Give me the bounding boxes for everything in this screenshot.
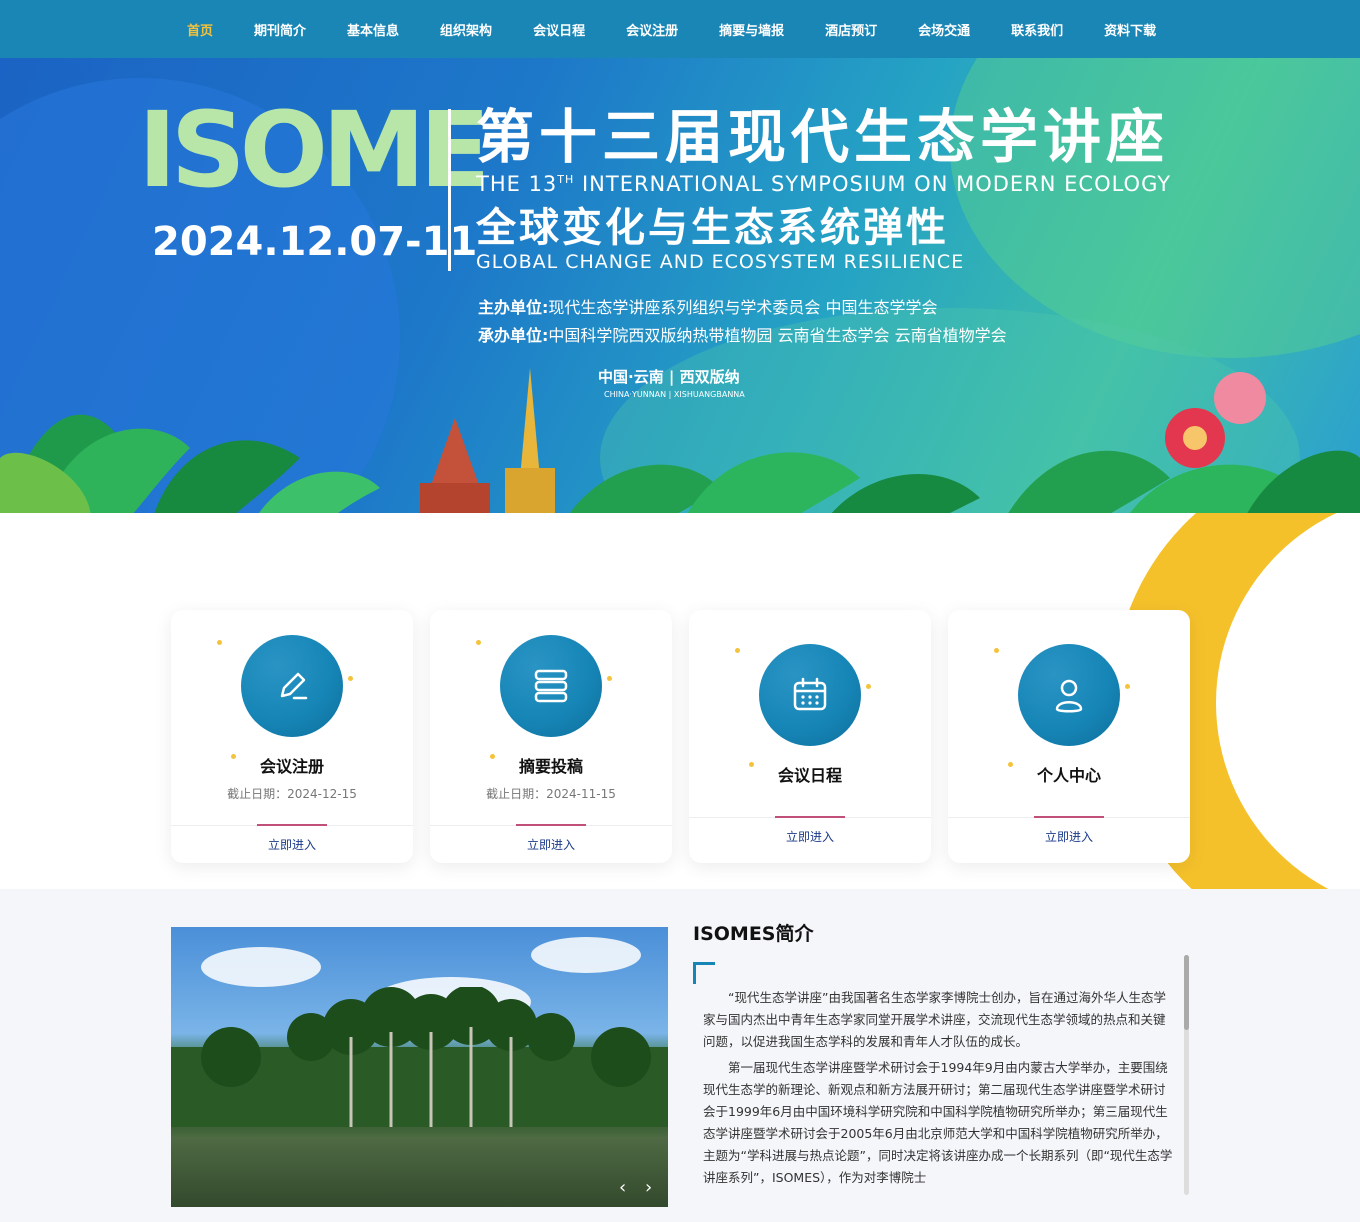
- nav-item-basic-info[interactable]: 基本信息: [347, 20, 399, 39]
- intro-title: ISOMES简介: [693, 923, 814, 945]
- intro-scrollbar[interactable]: [1184, 955, 1189, 1195]
- photo-reflection: [171, 1137, 668, 1207]
- abstract-card[interactable]: 摘要投稿 截止日期：2024-11-15 立即进入: [430, 610, 672, 863]
- jungle-foliage-illustration: [0, 368, 1360, 513]
- scrollbar-thumb[interactable]: [1184, 955, 1189, 1030]
- card-title: 个人中心: [1036, 766, 1101, 785]
- user-icon: [1018, 644, 1120, 746]
- banner-date: 2024.12.07-11: [152, 219, 478, 265]
- leaf-cluster-left: [0, 414, 380, 513]
- carousel-prev-button[interactable]: ‹: [619, 1177, 626, 1198]
- enter-button[interactable]: 立即进入: [948, 828, 1190, 845]
- decor-dot: [735, 648, 740, 653]
- nav-item-home[interactable]: 首页: [187, 20, 213, 39]
- intro-paragraph: “现代生态学讲座”由我国著名生态学家李博院士创办，旨在通过海外华人生态学家与国内…: [703, 990, 1166, 1049]
- nav-item-journal[interactable]: 期刊简介: [254, 20, 306, 39]
- hero-banner: ISOME 2024.12.07-11 第十三届现代生态学讲座 THE 13TH…: [0, 58, 1360, 513]
- card-deadline: 截止日期：2024-12-15: [227, 787, 357, 801]
- nav-item-schedule[interactable]: 会议日程: [533, 20, 585, 39]
- flower-illustration: [1165, 372, 1266, 468]
- schedule-card[interactable]: 会议日程 立即进入: [689, 610, 931, 863]
- card-title: 会议注册: [259, 757, 324, 776]
- decor-dot: [607, 676, 612, 681]
- nav-item-organization[interactable]: 组织架构: [440, 20, 492, 39]
- intro-text: “现代生态学讲座”由我国著名生态学家李博院士创办，旨在通过海外华人生态学家与国内…: [703, 987, 1175, 1195]
- corner-decoration: [693, 962, 715, 984]
- enter-button[interactable]: 立即进入: [430, 836, 672, 853]
- card-divider-accent: [257, 824, 327, 826]
- quick-entry-section: 会议注册 截止日期：2024-12-15 立即进入 摘要投稿 截止日期：2024…: [0, 513, 1360, 889]
- pen-icon: [241, 635, 343, 737]
- card-divider-accent: [1034, 816, 1104, 818]
- decor-dot: [1125, 684, 1130, 689]
- stack-icon: [500, 635, 602, 737]
- decor-dot: [994, 648, 999, 653]
- registration-card[interactable]: 会议注册 截止日期：2024-12-15 立即进入: [171, 610, 413, 863]
- leaf-cluster-center: [569, 452, 980, 513]
- nav-item-transport[interactable]: 会场交通: [918, 20, 970, 39]
- nav-item-contact[interactable]: 联系我们: [1011, 20, 1063, 39]
- banner-theme-en: GLOBAL CHANGE AND ECOSYSTEM RESILIENCE: [476, 251, 965, 273]
- enter-button[interactable]: 立即进入: [689, 828, 931, 845]
- carousel-next-button[interactable]: ›: [645, 1177, 652, 1198]
- decor-dot: [348, 676, 353, 681]
- card-divider-accent: [516, 824, 586, 826]
- banner-host: 主办单位:现代生态学讲座系列组织与学术委员会 中国生态学学会: [478, 298, 938, 317]
- calendar-icon: [759, 644, 861, 746]
- intro-paragraph: 第一届现代生态学讲座暨学术研讨会于1994年9月由内蒙古大学举办，主要围绕现代生…: [703, 1060, 1173, 1185]
- venue-photo-carousel[interactable]: ‹ ›: [171, 927, 668, 1207]
- top-navigation: 首页 期刊简介 基本信息 组织架构 会议日程 会议注册 摘要与墙报 酒店预订 会…: [0, 0, 1360, 58]
- banner-title-en: THE 13TH INTERNATIONAL SYMPOSIUM ON MODE…: [476, 172, 1172, 196]
- palm-trees-illustration: [171, 987, 668, 1127]
- nav-item-registration[interactable]: 会议注册: [626, 20, 678, 39]
- card-divider-accent: [775, 816, 845, 818]
- banner-theme-cn: 全球变化与生态系统弹性: [476, 205, 949, 251]
- decor-dot: [476, 640, 481, 645]
- banner-divider: [448, 109, 451, 271]
- intro-section: ‹ › ISOMES简介 “现代生态学讲座”由我国著名生态学家李博院士创办，旨在…: [0, 889, 1360, 1222]
- decor-dot: [217, 640, 222, 645]
- nav-item-hotel[interactable]: 酒店预订: [825, 20, 877, 39]
- decor-dot: [866, 684, 871, 689]
- photo-cloud: [531, 937, 641, 973]
- enter-button[interactable]: 立即进入: [171, 836, 413, 853]
- nav-item-downloads[interactable]: 资料下载: [1104, 20, 1156, 39]
- personal-center-card[interactable]: 个人中心 立即进入: [948, 610, 1190, 863]
- card-title: 会议日程: [777, 766, 842, 785]
- temple-illustration: [420, 368, 555, 513]
- banner-logo: ISOME: [138, 89, 491, 211]
- card-deadline: 截止日期：2024-11-15: [486, 787, 616, 801]
- photo-cloud: [201, 947, 321, 987]
- card-title: 摘要投稿: [518, 757, 583, 776]
- nav-item-abstracts[interactable]: 摘要与墙报: [719, 20, 784, 39]
- banner-title-cn: 第十三届现代生态学讲座: [476, 103, 1170, 171]
